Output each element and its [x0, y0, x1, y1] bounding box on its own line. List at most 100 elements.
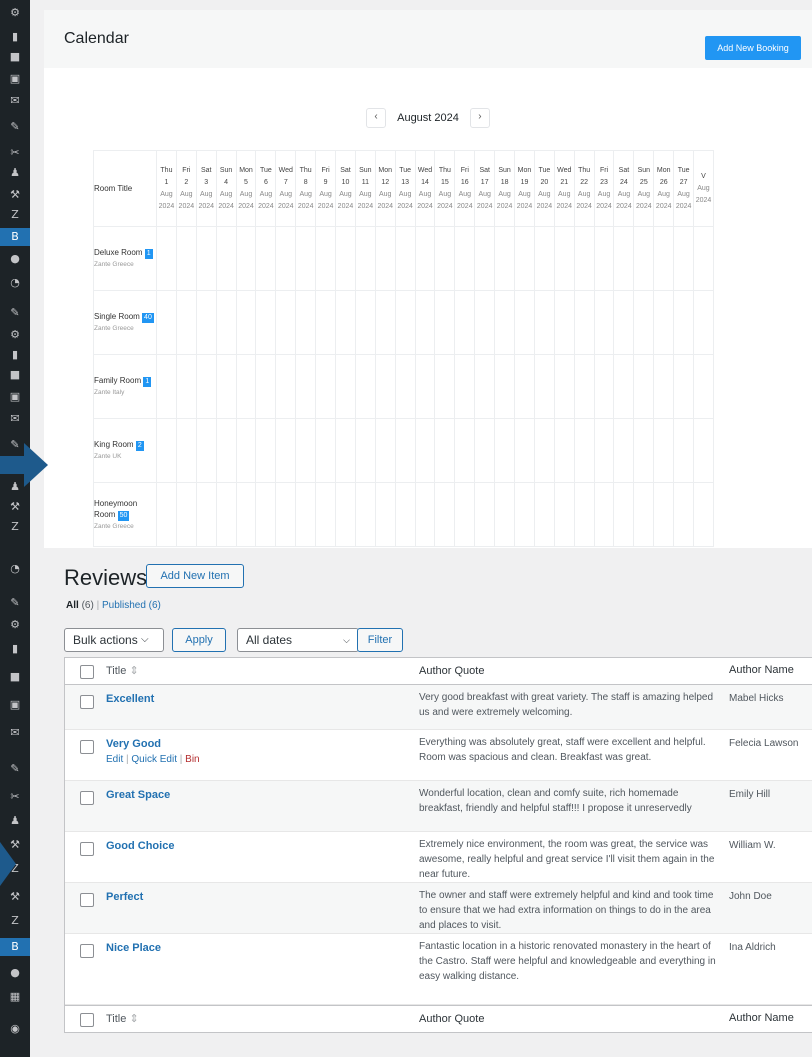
calendar-day-cell[interactable] — [235, 418, 257, 483]
calendar-day-cell[interactable] — [295, 226, 317, 291]
calendar-day-cell[interactable] — [374, 226, 396, 291]
tools-icon-2[interactable]: ✂ — [6, 790, 24, 804]
calendar-day-cell[interactable] — [494, 290, 516, 355]
comments-icon-3[interactable]: ■ — [6, 670, 24, 684]
calendar-day-cell[interactable] — [156, 226, 177, 291]
users-icon[interactable]: ♟ — [6, 166, 24, 180]
calendar-day-cell[interactable] — [474, 482, 496, 547]
calendar-day-cell[interactable] — [335, 226, 356, 291]
mail-icon[interactable]: ✉ — [6, 94, 24, 108]
calendar-day-cell[interactable] — [374, 354, 396, 419]
calendar-day-cell[interactable] — [434, 482, 456, 547]
row-checkbox[interactable] — [80, 944, 94, 958]
media-icon[interactable]: ▣ — [6, 72, 24, 86]
calendar-day-cell[interactable] — [693, 226, 714, 291]
review-title-link[interactable]: Nice Place — [106, 942, 161, 954]
room-cell[interactable]: Honeymoon Room 50 Zante Greece — [93, 482, 157, 547]
calendar-day-cell[interactable] — [434, 418, 456, 483]
calendar-day-cell[interactable] — [633, 354, 655, 419]
calendar-day-cell[interactable] — [653, 354, 675, 419]
grid-icon[interactable]: ▦ — [6, 990, 24, 1004]
calendar-day-cell[interactable] — [693, 482, 714, 547]
cloud-icon-2[interactable]: ● — [6, 966, 24, 980]
comments-icon-2[interactable]: ■ — [6, 368, 24, 382]
calendar-day-cell[interactable] — [275, 482, 297, 547]
calendar-day-cell[interactable] — [653, 482, 675, 547]
row-checkbox[interactable] — [80, 893, 94, 907]
calendar-day-cell[interactable] — [275, 226, 297, 291]
calendar-day-cell[interactable] — [195, 482, 217, 547]
calendar-day-cell[interactable] — [414, 482, 436, 547]
calendar-day-cell[interactable] — [156, 418, 177, 483]
pin-icon-2[interactable]: ✎ — [6, 306, 24, 320]
calendar-day-cell[interactable] — [593, 290, 615, 355]
calendar-day-cell[interactable] — [454, 226, 476, 291]
calendar-day-cell[interactable] — [175, 290, 197, 355]
calendar-day-cell[interactable] — [553, 226, 575, 291]
calendar-day-cell[interactable] — [295, 290, 317, 355]
calendar-day-cell[interactable] — [315, 482, 337, 547]
dashboard-icon[interactable]: ◔ — [6, 276, 24, 290]
apply-button[interactable]: Apply — [172, 628, 226, 652]
calendar-day-cell[interactable] — [295, 482, 317, 547]
room-cell[interactable]: King Room 2 Zante UK — [93, 418, 157, 483]
filter-button[interactable]: Filter — [357, 628, 403, 652]
appearance-icon[interactable]: ✎ — [6, 438, 24, 452]
row-checkbox[interactable] — [80, 791, 94, 805]
calendar-day-cell[interactable] — [354, 290, 376, 355]
cloud-icon[interactable]: ● — [6, 252, 24, 266]
calendar-day-cell[interactable] — [573, 290, 595, 355]
calendar-day-cell[interactable] — [354, 226, 376, 291]
row-checkbox[interactable] — [80, 695, 94, 709]
quick-edit-link[interactable]: Quick Edit — [131, 754, 177, 765]
wrench-icon-4[interactable]: ⚒ — [6, 890, 24, 904]
calendar-day-cell[interactable] — [394, 354, 416, 419]
comments-icon[interactable]: ■ — [6, 50, 24, 64]
review-title-link[interactable]: Great Space — [106, 789, 170, 801]
calendar-day-cell[interactable] — [195, 418, 217, 483]
calendar-day-cell[interactable] — [553, 418, 575, 483]
media-icon-2[interactable]: ▣ — [6, 390, 24, 404]
wordpress-icon[interactable]: ◉ — [6, 1022, 24, 1036]
calendar-day-cell[interactable] — [494, 418, 516, 483]
dashboard-icon-2[interactable]: ◔ — [6, 562, 24, 576]
calendar-day-cell[interactable] — [255, 482, 277, 547]
calendar-day-cell[interactable] — [156, 354, 177, 419]
calendar-day-cell[interactable] — [673, 482, 695, 547]
calendar-day-cell[interactable] — [613, 226, 635, 291]
calendar-day-cell[interactable] — [454, 354, 476, 419]
calendar-day-cell[interactable] — [235, 226, 257, 291]
users-icon-3[interactable]: ♟ — [6, 814, 24, 828]
calendar-day-cell[interactable] — [434, 226, 456, 291]
calendar-day-cell[interactable] — [533, 354, 555, 419]
calendar-day-cell[interactable] — [553, 482, 575, 547]
filter-all[interactable]: All — [66, 600, 79, 611]
calendar-day-cell[interactable] — [374, 418, 396, 483]
calendar-day-cell[interactable] — [593, 418, 615, 483]
calendar-day-cell[interactable] — [255, 290, 277, 355]
calendar-day-cell[interactable] — [315, 226, 337, 291]
calendar-day-cell[interactable] — [573, 418, 595, 483]
add-new-booking-button[interactable]: Add New Booking — [705, 36, 801, 60]
calendar-day-cell[interactable] — [195, 226, 217, 291]
calendar-day-cell[interactable] — [215, 226, 237, 291]
prev-month-button[interactable]: ‹ — [366, 108, 387, 128]
calendar-day-cell[interactable] — [633, 226, 655, 291]
calendar-day-cell[interactable] — [613, 354, 635, 419]
calendar-day-cell[interactable] — [573, 226, 595, 291]
calendar-day-cell[interactable] — [434, 290, 456, 355]
calendar-day-cell[interactable] — [613, 290, 635, 355]
pages-icon-2[interactable]: ▮ — [6, 348, 24, 362]
calendar-day-cell[interactable] — [335, 354, 356, 419]
calendar-day-cell[interactable] — [175, 354, 197, 419]
next-month-button[interactable]: › — [469, 108, 490, 128]
calendar-day-cell[interactable] — [533, 482, 555, 547]
calendar-day-cell[interactable] — [673, 290, 695, 355]
calendar-day-cell[interactable] — [514, 226, 535, 291]
calendar-day-cell[interactable] — [215, 290, 237, 355]
calendar-day-cell[interactable] — [315, 290, 337, 355]
calendar-day-cell[interactable] — [693, 418, 714, 483]
calendar-day-cell[interactable] — [354, 418, 376, 483]
review-title-link[interactable]: Perfect — [106, 891, 143, 903]
calendar-day-cell[interactable] — [175, 482, 197, 547]
